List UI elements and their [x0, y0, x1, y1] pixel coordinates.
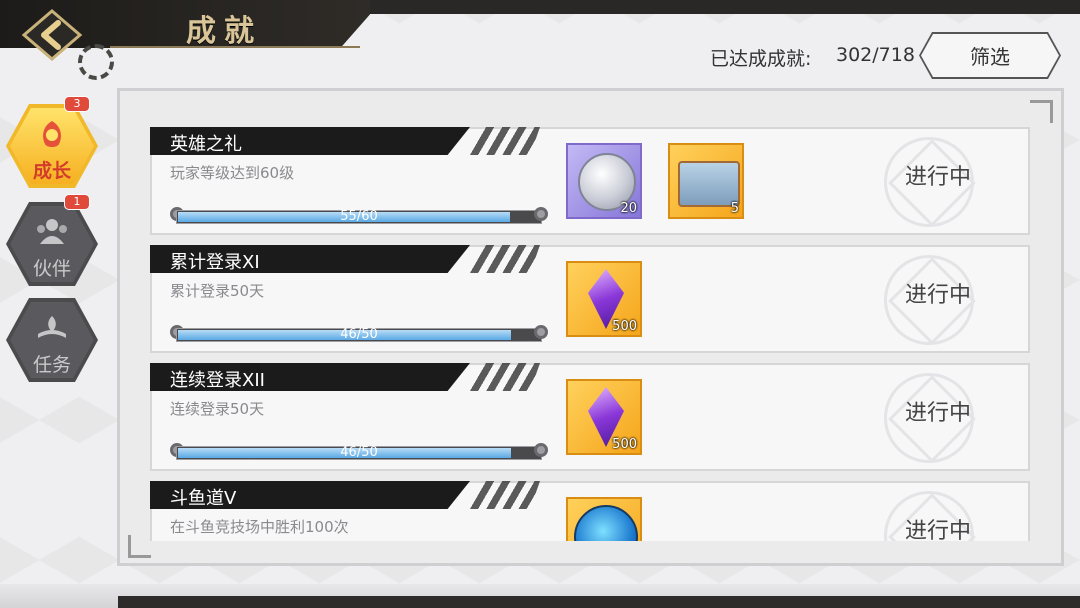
achievement-list[interactable]: 英雄之礼 玩家等级达到60级 55/60 20 5 进行中 累计登录XI 累计登… — [150, 127, 1030, 541]
tab-growth[interactable]: 成长 3 — [6, 96, 98, 188]
back-arrow-icon — [21, 9, 83, 61]
progress-bar: 55/60 — [170, 207, 548, 227]
reward-item[interactable]: 20 — [566, 143, 642, 219]
page-title: 成就 — [186, 14, 262, 49]
achievement-card: 英雄之礼 玩家等级达到60级 55/60 20 5 进行中 — [150, 127, 1030, 235]
achievement-title: 连续登录XII — [170, 370, 265, 391]
achievement-title: 斗鱼道V — [170, 488, 237, 509]
achievement-progress-label: 已达成成就: — [710, 48, 812, 70]
achievement-card: 连续登录XII 连续登录50天 46/50 500 进行中 — [150, 363, 1030, 471]
achievement-progress-value: 302/718 — [836, 44, 915, 66]
tab-partner[interactable]: 伙伴 1 — [6, 194, 98, 286]
growth-icon — [6, 118, 98, 159]
tab-growth-label: 成长 — [32, 160, 71, 182]
achievement-description: 玩家等级达到60级 — [170, 164, 295, 182]
achievement-description: 在斗鱼竞技场中胜利100次 — [170, 518, 349, 536]
achievement-status: 进行中 — [904, 519, 971, 541]
achievement-status: 进行中 — [904, 165, 971, 190]
achievement-card: 累计登录XI 累计登录50天 46/50 500 进行中 — [150, 245, 1030, 353]
bottom-bar — [118, 596, 1080, 608]
achievement-title: 累计登录XI — [170, 252, 260, 273]
achievement-status: 进行中 — [904, 283, 971, 308]
achievement-title: 英雄之礼 — [170, 134, 242, 155]
reward-quantity: 500 — [612, 437, 637, 452]
panel-corner-decoration — [128, 535, 151, 558]
reward-item[interactable]: 5 — [668, 143, 744, 219]
reward-item[interactable] — [566, 497, 642, 541]
tab-growth-badge: 3 — [64, 96, 90, 112]
achievement-status: 进行中 — [904, 401, 971, 426]
partner-icon — [6, 216, 98, 253]
progress-text: 46/50 — [340, 445, 378, 460]
achievement-description: 连续登录50天 — [170, 400, 265, 418]
reward-item[interactable]: 500 — [566, 261, 642, 337]
progress-bar: 46/50 — [170, 443, 548, 463]
tab-partner-label: 伙伴 — [32, 258, 71, 280]
achievement-description: 累计登录50天 — [170, 282, 265, 300]
progress-text: 55/60 — [340, 209, 378, 224]
tab-quest-label: 任务 — [32, 354, 71, 376]
tab-quest[interactable]: 任务 — [6, 298, 98, 382]
gear-decoration-icon — [78, 44, 114, 80]
filter-button-label: 筛选 — [970, 45, 1010, 69]
achievement-card: 斗鱼道V 在斗鱼竞技场中胜利100次 进行中 — [150, 481, 1030, 541]
blue-orb-icon — [574, 505, 638, 541]
quest-icon — [6, 312, 98, 349]
progress-text: 46/50 — [340, 327, 378, 342]
progress-bar: 46/50 — [170, 325, 548, 345]
panel-corner-decoration — [1030, 100, 1053, 123]
reward-item[interactable]: 500 — [566, 379, 642, 455]
tab-partner-badge: 1 — [64, 194, 90, 210]
reward-quantity: 500 — [612, 319, 637, 334]
filter-button[interactable]: 筛选 — [921, 34, 1059, 77]
reward-quantity: 20 — [620, 201, 637, 216]
reward-quantity: 5 — [730, 201, 739, 216]
